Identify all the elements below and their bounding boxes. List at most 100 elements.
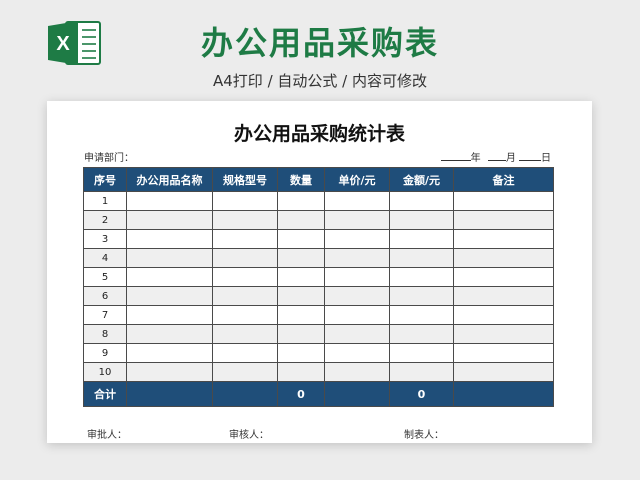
table-cell[interactable] xyxy=(277,362,325,382)
table-cell[interactable] xyxy=(389,305,454,325)
row-number-cell: 9 xyxy=(83,343,127,363)
table-row: 8 xyxy=(83,324,554,344)
column-header: 数量 xyxy=(277,167,325,192)
table-cell[interactable] xyxy=(324,191,390,211)
total-quantity: 0 xyxy=(277,381,325,407)
column-header: 规格型号 xyxy=(212,167,278,192)
table-cell[interactable] xyxy=(324,229,390,249)
table-cell[interactable] xyxy=(277,248,325,268)
row-number-cell: 7 xyxy=(83,305,127,325)
table-row: 10 xyxy=(83,362,554,382)
department-label: 申请部门： xyxy=(84,153,134,164)
table-cell[interactable] xyxy=(277,343,325,363)
table-cell[interactable] xyxy=(389,343,454,363)
table-cell[interactable] xyxy=(453,210,554,230)
approver-label: 审批人： xyxy=(87,430,127,441)
day-label: 日 xyxy=(541,153,551,164)
total-cell xyxy=(324,381,390,407)
table-row: 7 xyxy=(83,305,554,325)
table-cell[interactable] xyxy=(453,362,554,382)
table-cell[interactable] xyxy=(453,267,554,287)
table-cell[interactable] xyxy=(126,248,213,268)
table-cell[interactable] xyxy=(324,343,390,363)
table-cell[interactable] xyxy=(453,305,554,325)
table-cell[interactable] xyxy=(212,248,278,268)
table-cell[interactable] xyxy=(126,362,213,382)
year-blank xyxy=(440,150,471,161)
page-subtitle: A4打印 / 自动公式 / 内容可修改 xyxy=(213,72,427,90)
table-cell[interactable] xyxy=(212,267,278,287)
table-cell[interactable] xyxy=(389,210,454,230)
row-number-cell: 1 xyxy=(83,191,127,211)
table-cell[interactable] xyxy=(277,191,325,211)
table-cell[interactable] xyxy=(453,324,554,344)
row-number-cell: 2 xyxy=(83,210,127,230)
table-row: 2 xyxy=(83,210,554,230)
total-label: 合计 xyxy=(83,381,127,407)
reviewer-label: 审核人： xyxy=(229,430,269,441)
row-number-cell: 5 xyxy=(83,267,127,287)
total-amount: 0 xyxy=(389,381,454,407)
table-cell[interactable] xyxy=(126,286,213,306)
total-cell xyxy=(212,381,278,407)
table-cell[interactable] xyxy=(453,191,554,211)
table-cell[interactable] xyxy=(453,248,554,268)
table-cell[interactable] xyxy=(212,362,278,382)
table-row: 1 xyxy=(83,191,554,211)
table-cell[interactable] xyxy=(277,324,325,344)
table-cell[interactable] xyxy=(212,229,278,249)
table-cell[interactable] xyxy=(277,229,325,249)
table-cell[interactable] xyxy=(212,210,278,230)
table-cell[interactable] xyxy=(277,267,325,287)
table-cell[interactable] xyxy=(389,286,454,306)
table-cell[interactable] xyxy=(324,324,390,344)
table-cell[interactable] xyxy=(212,191,278,211)
total-cell xyxy=(453,381,554,407)
table-cell[interactable] xyxy=(324,248,390,268)
table-cell[interactable] xyxy=(277,305,325,325)
table-cell[interactable] xyxy=(324,210,390,230)
row-number-cell: 10 xyxy=(83,362,127,382)
row-number-cell: 8 xyxy=(83,324,127,344)
table-cell[interactable] xyxy=(126,343,213,363)
table-cell[interactable] xyxy=(277,210,325,230)
table-cell[interactable] xyxy=(389,229,454,249)
table-cell[interactable] xyxy=(324,267,390,287)
row-number-cell: 3 xyxy=(83,229,127,249)
day-blank xyxy=(519,150,541,161)
table-cell[interactable] xyxy=(453,286,554,306)
table-cell[interactable] xyxy=(453,229,554,249)
table-cell[interactable] xyxy=(212,324,278,344)
table-cell[interactable] xyxy=(212,305,278,325)
table-cell[interactable] xyxy=(389,267,454,287)
table-cell[interactable] xyxy=(389,324,454,344)
table-cell[interactable] xyxy=(389,362,454,382)
table-header-row: 序号 办公用品名称 规格型号 数量 单价/元 金额/元 备注 xyxy=(83,167,554,192)
total-row: 合计 0 0 xyxy=(83,381,554,407)
preparer-label: 制表人： xyxy=(404,430,444,441)
table-cell[interactable] xyxy=(324,305,390,325)
sheet-title: 办公用品采购统计表 xyxy=(233,123,405,145)
table-cell[interactable] xyxy=(212,286,278,306)
purchase-table: 序号 办公用品名称 规格型号 数量 单价/元 金额/元 备注 123456789… xyxy=(83,167,554,407)
total-cell xyxy=(126,381,213,407)
table-cell[interactable] xyxy=(126,191,213,211)
month-blank xyxy=(487,150,506,161)
table-cell[interactable] xyxy=(453,343,554,363)
column-header: 单价/元 xyxy=(324,167,390,192)
table-cell[interactable] xyxy=(277,286,325,306)
column-header: 备注 xyxy=(453,167,554,192)
table-cell[interactable] xyxy=(126,210,213,230)
table-cell[interactable] xyxy=(126,305,213,325)
table-cell[interactable] xyxy=(212,343,278,363)
table-cell[interactable] xyxy=(389,248,454,268)
table-cell[interactable] xyxy=(126,324,213,344)
spreadsheet-preview: 办公用品采购统计表 申请部门： 年 月 日 序号 办公用品名称 规格型号 数量 … xyxy=(47,101,592,443)
row-number-cell: 4 xyxy=(83,248,127,268)
table-cell[interactable] xyxy=(324,362,390,382)
month-label: 月 xyxy=(505,153,516,164)
table-cell[interactable] xyxy=(324,286,390,306)
table-cell[interactable] xyxy=(389,191,454,211)
table-cell[interactable] xyxy=(126,267,213,287)
table-cell[interactable] xyxy=(126,229,213,249)
